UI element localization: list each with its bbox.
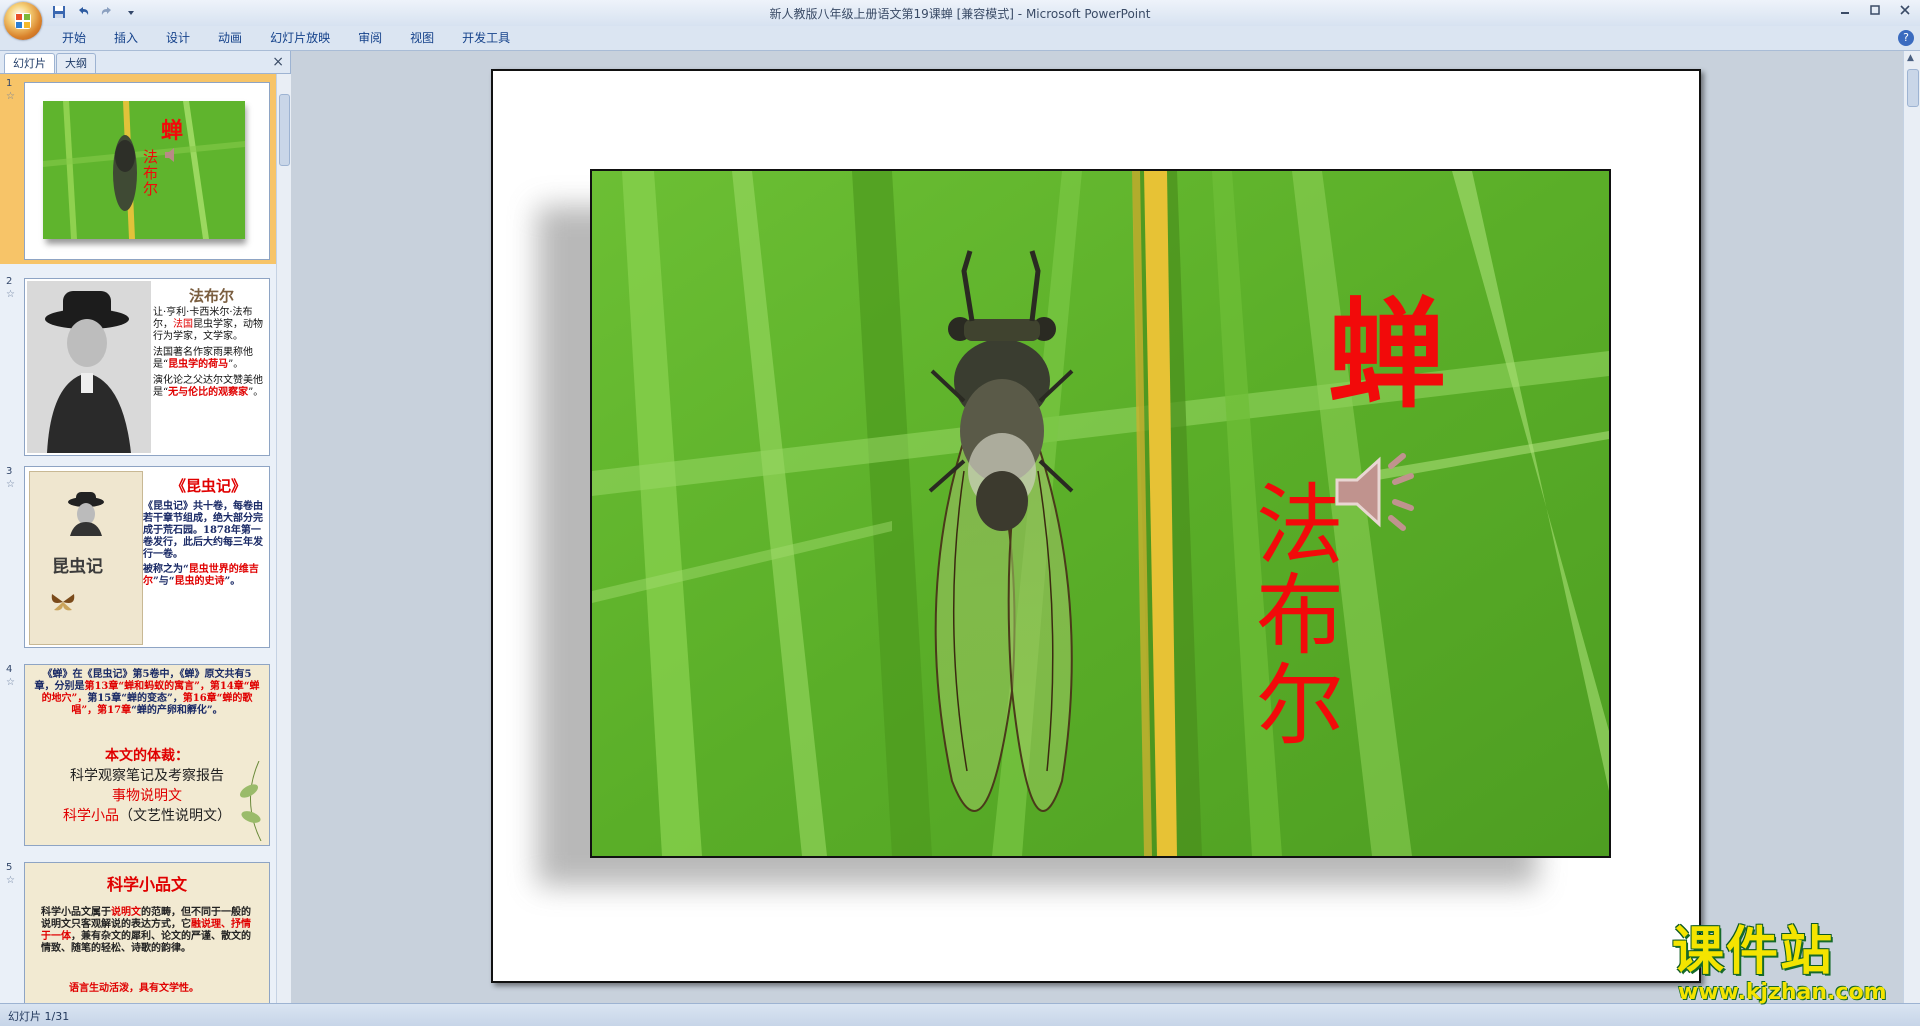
thumb-highlight: 科学小品 [63, 808, 119, 824]
thumb-text: 第15章“蝉的变态”， [87, 693, 183, 704]
watermark-url: www.kjzhan.com [1678, 980, 1887, 1005]
tab-outline[interactable]: 大纲 [56, 53, 96, 73]
slide-counter: 幻灯片 1/31 [8, 1010, 70, 1023]
slide-preview: 昆虫记 《昆虫记》 《昆虫记》共十卷，每卷由若干章节组成，绝大部分完成于荒石园。… [24, 466, 270, 648]
speaker-icon[interactable] [1331, 444, 1427, 540]
slide-preview: 蝉 法布尔 [24, 82, 270, 260]
watermark-text: 课件站 [1672, 922, 1835, 982]
slide-thumbnail-4[interactable]: 4 ☆ 《蝉》在《昆虫记》第5卷中，《蝉》原文共有5章，分别是第13章“蝉和蚂蚁… [0, 660, 276, 858]
thumb-title: 科学小品文 [106, 875, 187, 894]
slide-number: 5 [6, 862, 13, 873]
thumbnail-scrollbar[interactable] [276, 74, 291, 1003]
tab-developer[interactable]: 开发工具 [448, 26, 524, 50]
close-icon[interactable] [1890, 0, 1920, 20]
slide-number: 1 [6, 78, 13, 89]
thumb-text: （文艺性说明文） [119, 808, 231, 824]
thumb-author: 法布尔 [143, 148, 159, 198]
slide-preview: 《蝉》在《昆虫记》第5卷中，《蝉》原文共有5章，分别是第13章“蝉和蚂蚁的寓言”… [24, 664, 270, 846]
slides-panel: 幻灯片 大纲 × 1 ☆ 蝉 法布尔 2 ☆ 法布尔 让·亨利·卡西米尔·法布尔… [0, 51, 291, 1003]
scroll-thumb[interactable] [1907, 69, 1919, 107]
animation-star-icon: ☆ [6, 875, 15, 886]
slide-title[interactable]: 蝉 [1328, 296, 1446, 414]
title-bar: 新人教版八年级上册语文第19课蝉 [兼容模式] - Microsoft Powe… [0, 0, 1920, 26]
thumb-text: 科学小品文属于 [41, 907, 111, 918]
scroll-thumb[interactable] [279, 94, 290, 166]
thumb-text: 《昆虫记》共十卷，每卷由若干章节组成，绝大部分完成于荒石园。1878年第一卷发行… [143, 501, 263, 560]
maximize-icon[interactable] [1860, 0, 1890, 20]
thumb-text: ”。 [248, 387, 264, 398]
thumb-highlight: 昆虫学的荷马 [168, 359, 229, 370]
slide-thumbnail-3[interactable]: 3 ☆ 昆虫记 《昆虫记》 《昆虫记》共十卷，每卷由若干章节组成，绝大部分完成于… [0, 462, 276, 660]
panel-close-button[interactable]: × [272, 54, 284, 70]
animation-star-icon: ☆ [6, 479, 15, 490]
butterfly-icon [51, 594, 75, 611]
editor-scrollbar[interactable]: ▲ [1903, 51, 1920, 1003]
slide-number: 2 [6, 276, 13, 287]
minimize-icon[interactable] [1830, 0, 1860, 20]
ribbon-tabs: 开始 插入 设计 动画 幻灯片放映 审阅 视图 开发工具 [48, 26, 524, 50]
panel-tabs: 幻灯片 大纲 × [0, 51, 290, 74]
slide-preview: 法布尔 让·亨利·卡西米尔·法布尔，法国昆虫学家，动物行为学家，文学家。 法国著… [24, 278, 270, 456]
slide-preview: 科学小品文 科学小品文属于说明文的范畴，但不同于一般的说明文只客观解说的表达方式… [24, 862, 270, 1003]
thumb-highlight: 无与伦比的观察家 [168, 387, 249, 398]
tab-view[interactable]: 视图 [396, 26, 448, 50]
thumb-text: 被称之为“ [143, 564, 189, 575]
tab-review[interactable]: 审阅 [344, 26, 396, 50]
thumb-body: 《蝉》在《昆虫记》第5卷中，《蝉》原文共有5章，分别是第13章“蝉和蚂蚁的寓言”… [33, 669, 261, 717]
tab-home[interactable]: 开始 [48, 26, 100, 50]
slide-editor: 蝉 法布尔 [291, 51, 1903, 1003]
grass-cicada-image [592, 171, 1609, 856]
thumb-text: ”。 [228, 359, 244, 370]
animation-star-icon: ☆ [6, 677, 15, 688]
slide-number: 3 [6, 466, 13, 477]
thumb-text: ”。 [224, 576, 241, 587]
slide-thumbnail-2[interactable]: 2 ☆ 法布尔 让·亨利·卡西米尔·法布尔，法国昆虫学家，动物行为学家，文学家。… [0, 272, 276, 462]
tab-design[interactable]: 设计 [152, 26, 204, 50]
scroll-up-icon[interactable]: ▲ [1907, 53, 1914, 63]
thumb-text: ”与“ [153, 576, 175, 587]
thumb-highlight: 说明文 [111, 907, 141, 918]
thumb-highlight: 法国 [173, 319, 193, 330]
thumb-speaker-icon [165, 148, 174, 162]
window-controls [1830, 0, 1920, 20]
cicada-figure [928, 250, 1074, 813]
tab-insert[interactable]: 插入 [100, 26, 152, 50]
thumb-line: 语言生动活泼，具有文学性。 [69, 983, 199, 994]
current-slide[interactable]: 蝉 法布尔 [491, 69, 1701, 983]
window-title: 新人教版八年级上册语文第19课蝉 [兼容模式] - Microsoft Powe… [769, 7, 1151, 21]
status-bar: 幻灯片 1/31 [0, 1003, 1920, 1026]
tab-animation[interactable]: 动画 [204, 26, 256, 50]
thumb-portrait-photo [27, 281, 151, 453]
office-logo-icon [15, 13, 31, 29]
thumb-text: ，兼有杂文的犀利、论文的严谨、散文的情致、随笔的轻松、诗歌的韵律。 [41, 931, 251, 954]
office-button[interactable] [4, 2, 42, 40]
tab-slides[interactable]: 幻灯片 [4, 53, 55, 73]
thumb-body: 让·亨利·卡西米尔·法布尔，法国昆虫学家，动物行为学家，文学家。 法国著名作家雨… [153, 307, 267, 399]
slide-number: 4 [6, 664, 13, 675]
help-icon[interactable]: ? [1898, 30, 1914, 46]
leaf-decoration-icon [239, 761, 262, 841]
slide-thumbnails: 1 ☆ 蝉 法布尔 2 ☆ 法布尔 让·亨利·卡西米尔·法布尔，法国昆虫学家，动… [0, 74, 276, 1003]
slide-thumbnail-5[interactable]: 5 ☆ 科学小品文 科学小品文属于说明文的范畴，但不同于一般的说明文只客观解说的… [0, 858, 276, 1003]
thumb-book-cover: 昆虫记 [29, 471, 143, 645]
ribbon: 开始 插入 设计 动画 幻灯片放映 审阅 视图 开发工具 ? [0, 26, 1920, 51]
cicada-photo[interactable] [590, 169, 1611, 858]
thumb-highlight: 昆虫的史诗 [174, 576, 225, 587]
thumb-title: 《昆虫记》 [171, 477, 247, 495]
animation-star-icon: ☆ [6, 289, 15, 300]
animation-star-icon: ☆ [6, 91, 15, 102]
thumb-text: “蝉的产卵和孵化”。 [131, 705, 223, 716]
slide-thumbnail-1[interactable]: 1 ☆ 蝉 法布尔 [0, 74, 276, 264]
tab-slideshow[interactable]: 幻灯片放映 [256, 26, 344, 50]
thumb-body: 科学小品文属于说明文的范畴，但不同于一般的说明文只客观解说的表达方式，它融说理、… [41, 907, 259, 955]
thumb-title: 蝉 [161, 118, 184, 144]
thumb-cover-portrait [68, 492, 104, 536]
thumb-title: 法布尔 [189, 287, 235, 305]
thumb-cover-title: 昆虫记 [52, 557, 103, 577]
site-watermark: 课件站 www.kjzhan.com [1668, 922, 1910, 1005]
thumb-body: 《昆虫记》共十卷，每卷由若干章节组成，绝大部分完成于荒石园。1878年第一卷发行… [143, 501, 265, 588]
